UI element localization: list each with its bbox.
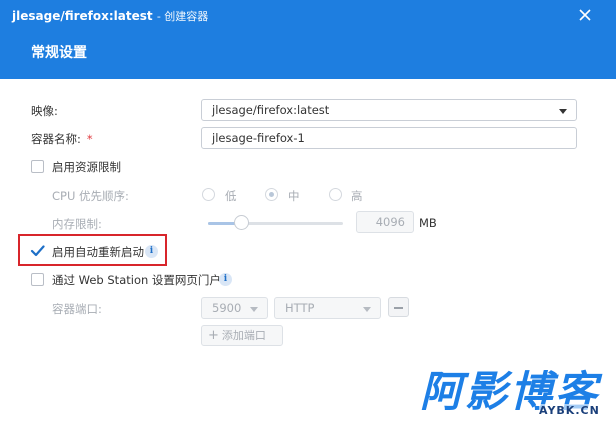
container-name-label-text: 容器名称: (31, 132, 81, 146)
image-select[interactable]: jlesage/firefox:latest (201, 99, 577, 121)
chevron-down-icon (250, 307, 258, 312)
resource-limit-checkbox[interactable] (31, 160, 44, 173)
chevron-down-icon (363, 307, 371, 312)
cpu-priority-high-radio[interactable] (329, 188, 342, 201)
container-name-input[interactable]: jlesage-firefox-1 (201, 127, 577, 149)
protocol-select[interactable]: HTTP (274, 297, 381, 319)
container-name-label: 容器名称: * (31, 131, 93, 147)
cpu-priority-label: CPU 优先顺序: (52, 189, 129, 203)
cpu-priority-medium-radio[interactable] (265, 188, 278, 201)
add-port-button[interactable]: + 添加端口 (201, 325, 283, 346)
required-mark: * (86, 132, 93, 146)
web-station-checkbox[interactable] (31, 273, 44, 286)
plus-icon: + (208, 328, 219, 343)
memory-limit-input[interactable]: 4096 (356, 211, 414, 233)
port-value: 5900 (212, 301, 242, 315)
memory-slider-handle[interactable] (234, 215, 249, 230)
close-icon[interactable] (576, 6, 594, 24)
memory-unit: MB (419, 216, 437, 230)
highlight-box (18, 234, 167, 266)
cpu-priority-medium-label: 中 (288, 189, 300, 203)
image-label: 映像: (31, 104, 58, 118)
watermark-domain: AYBK.CN (539, 404, 600, 417)
cpu-priority-low-label: 低 (225, 189, 237, 203)
port-select[interactable]: 5900 (201, 297, 268, 319)
resource-limit-label: 启用资源限制 (52, 160, 121, 174)
memory-limit-value: 4096 (375, 215, 405, 229)
container-port-label: 容器端口: (52, 302, 102, 316)
add-port-label: 添加端口 (221, 329, 266, 342)
window-title: jlesage/firefox:latest - 创建容器 (12, 8, 208, 24)
window-title-main: jlesage/firefox:latest (12, 9, 153, 23)
cpu-priority-low-radio[interactable] (202, 188, 215, 201)
memory-limit-label: 内存限制: (52, 217, 102, 231)
window-title-sub: - 创建容器 (156, 10, 209, 23)
section-title: 常规设置 (31, 45, 87, 61)
container-name-value: jlesage-firefox-1 (212, 131, 305, 145)
chevron-down-icon (559, 109, 567, 114)
dialog-header: jlesage/firefox:latest - 创建容器 常规设置 (0, 0, 616, 79)
protocol-value: HTTP (285, 301, 315, 315)
info-icon[interactable]: i (219, 273, 232, 286)
web-station-label: 通过 Web Station 设置网页门户 (52, 273, 221, 287)
image-select-value: jlesage/firefox:latest (212, 103, 330, 117)
cpu-priority-high-label: 高 (351, 189, 363, 203)
remove-port-button[interactable] (388, 297, 409, 317)
